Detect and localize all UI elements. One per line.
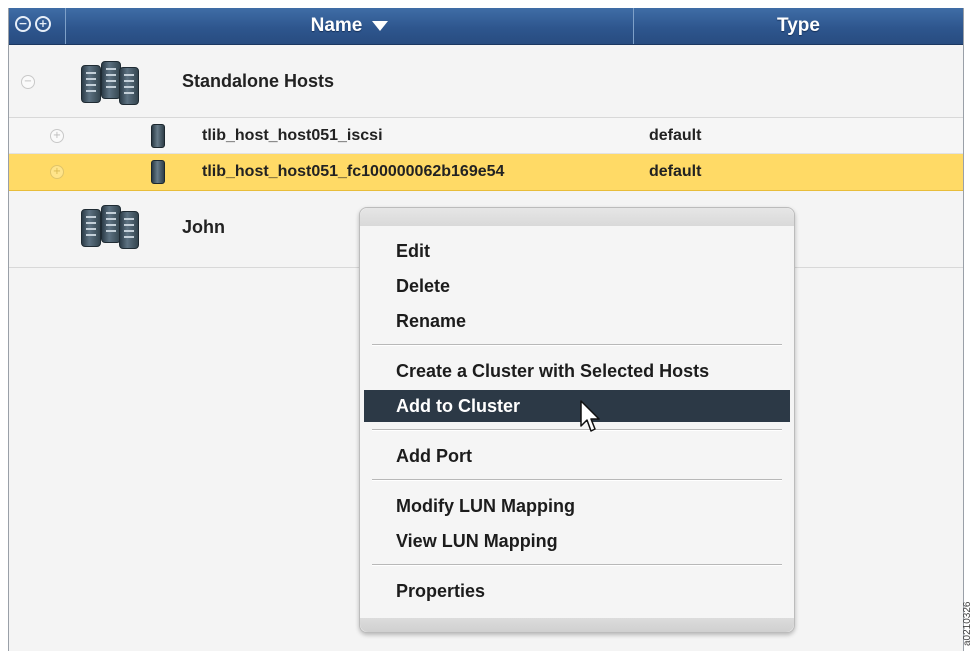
tree-group-row[interactable]: − Standalone Hosts [9,45,963,118]
column-header-type[interactable]: Type [634,8,963,44]
server-icon [151,124,165,148]
column-header-type-label: Type [777,15,820,36]
host-name: tlib_host_host051_fc100000062b169e54 [202,163,505,180]
collapse-group-icon[interactable]: − [21,75,35,89]
sort-descending-icon [372,20,389,31]
menu-item-properties[interactable]: Properties [364,575,790,607]
menu-separator [372,479,782,481]
host-name: tlib_host_host051_iscsi [202,127,383,144]
host-type: default [649,163,702,180]
menu-item-delete[interactable]: Delete [364,270,790,302]
context-menu: Edit Delete Rename Create a Cluster with… [359,207,795,633]
server-cluster-icon [79,201,141,253]
expand-host-icon[interactable]: + [50,165,64,179]
server-cluster-icon [79,57,141,109]
menu-item-rename[interactable]: Rename [364,305,790,337]
table-header: − + Name Type [9,8,963,45]
menu-item-add-to-cluster[interactable]: Add to Cluster [364,390,790,422]
menu-item-view-lun-mapping[interactable]: View LUN Mapping [364,525,790,557]
expand-all-icon[interactable]: + [35,16,51,32]
menu-separator [372,429,782,431]
menu-top-bar [360,208,794,226]
table-row-selected[interactable]: + tlib_host_host051_fc100000062b169e54 d… [9,154,963,191]
column-header-name-label: Name [310,15,363,36]
table-row[interactable]: + tlib_host_host051_iscsi default [9,118,963,154]
menu-item-create-cluster[interactable]: Create a Cluster with Selected Hosts [364,355,790,387]
group-label: John [182,217,225,237]
menu-item-edit[interactable]: Edit [364,235,790,267]
menu-item-add-port[interactable]: Add Port [364,440,790,472]
column-header-name[interactable]: Name [66,8,634,44]
server-icon [151,160,165,184]
mouse-pointer-icon [580,400,600,432]
menu-separator [372,344,782,346]
expand-controls: − + [9,8,66,44]
expand-host-icon[interactable]: + [50,129,64,143]
menu-bottom-bar [360,618,794,632]
figure-id: a0210326 [962,601,973,647]
group-label: Standalone Hosts [182,71,335,91]
host-type: default [649,127,702,144]
menu-item-modify-lun-mapping[interactable]: Modify LUN Mapping [364,490,790,522]
collapse-all-icon[interactable]: − [15,16,31,32]
menu-separator [372,564,782,566]
